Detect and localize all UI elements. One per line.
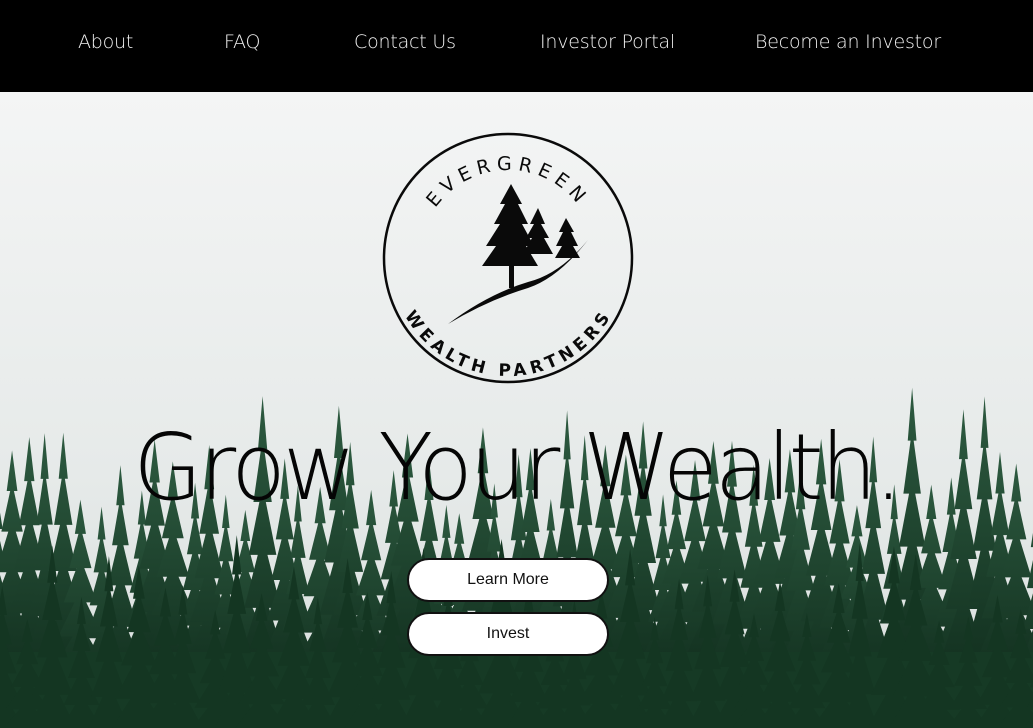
hero-headline: Grow Your Wealth. xyxy=(133,414,902,521)
evergreen-logo: EVERGREEN WEALTH PARTNERS xyxy=(382,132,634,384)
top-navigation: About FAQ Contact Us Investor Portal Bec… xyxy=(0,0,1033,92)
nav-contact-us-link[interactable]: Contact Us xyxy=(354,30,456,54)
pine-tree-icon xyxy=(448,184,588,324)
nav-become-investor-link[interactable]: Become an Investor xyxy=(755,30,941,54)
nav-faq-link[interactable]: FAQ xyxy=(224,30,260,54)
learn-more-button[interactable]: Learn More xyxy=(407,558,609,602)
logo-bottom-text: WEALTH PARTNERS xyxy=(400,307,616,381)
invest-button[interactable]: Invest xyxy=(407,612,609,656)
nav-investor-portal-link[interactable]: Investor Portal xyxy=(540,30,675,54)
nav-about-link[interactable]: About xyxy=(78,30,133,54)
